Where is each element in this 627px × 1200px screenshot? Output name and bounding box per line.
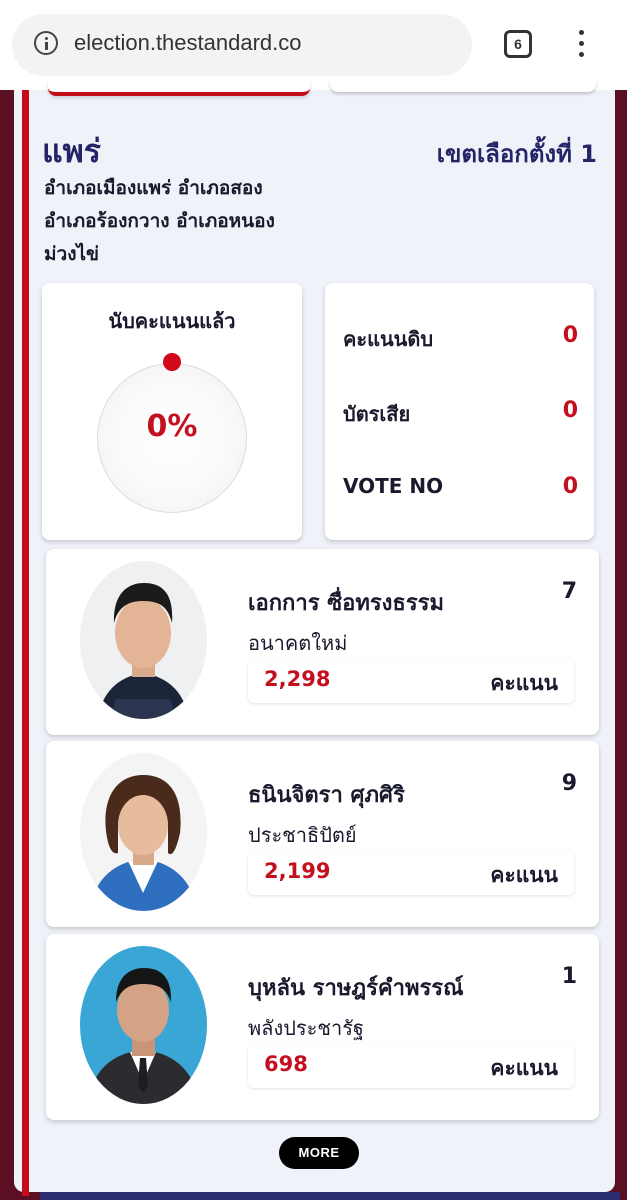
candidate-party: อนาคตใหม่	[248, 631, 348, 655]
progress-percent: 0%	[146, 409, 198, 444]
more-button[interactable]: MORE	[279, 1137, 359, 1169]
stat-value: 0	[562, 398, 578, 423]
candidate-number: 9	[561, 771, 577, 796]
candidate-name: เอกการ ซื่อทรงธรรม	[248, 591, 444, 616]
bottom-strip	[40, 1192, 620, 1200]
candidate-party: ประชาธิปัตย์	[248, 823, 357, 847]
score-unit: คะแนน	[490, 863, 558, 887]
info-icon[interactable]	[34, 31, 58, 55]
stat-row-raw-votes: คะแนนดิบ 0	[343, 323, 578, 353]
stat-value: 0	[562, 474, 578, 499]
stat-label: คะแนนดิบ	[343, 327, 434, 351]
previous-card-right	[330, 80, 596, 92]
district-title: เขตเลือกตั้งที่ 1	[436, 140, 597, 168]
stat-row-invalid-ballots: บัตรเสีย 0	[343, 398, 578, 428]
progress-indicator-dot	[163, 353, 181, 371]
candidate-score: 698	[264, 1052, 308, 1076]
candidate-score: 2,199	[264, 859, 331, 883]
candidate-name: ธนินจิตรา ศุภศิริ	[248, 783, 405, 808]
tab-switcher-button[interactable]: 6	[504, 30, 532, 58]
browser-toolbar: election.thestandard.co 6	[0, 0, 627, 90]
stat-label: VOTE NO	[343, 474, 444, 498]
amphoe-list: อำเภอเมืองแพร่ อำเภอสอง อำเภอร้องกวาง อำ…	[44, 172, 314, 271]
score-box: 2,199 คะแนน	[248, 851, 574, 895]
score-box: 698 คะแนน	[248, 1044, 574, 1088]
score-box: 2,298 คะแนน	[248, 659, 574, 703]
score-unit: คะแนน	[490, 671, 558, 695]
previous-card-left	[48, 80, 310, 96]
vote-stats-card: คะแนนดิบ 0 บัตรเสีย 0 VOTE NO 0	[325, 283, 594, 540]
candidate-photo	[80, 561, 207, 719]
url-text[interactable]: election.thestandard.co	[74, 30, 302, 56]
candidate-score: 2,298	[264, 667, 331, 691]
address-bar[interactable]: election.thestandard.co	[12, 14, 472, 76]
accent-line	[22, 90, 29, 1196]
candidate-party: พลังประชารัฐ	[248, 1016, 364, 1040]
count-label: นับคะแนนแล้ว	[108, 309, 236, 333]
amphoe-line: อำเภอร้องกวาง อำเภอหนอง	[44, 210, 275, 232]
candidate-number: 1	[561, 964, 577, 989]
count-progress-card: นับคะแนนแล้ว 0%	[42, 283, 302, 540]
overflow-menu-icon[interactable]	[574, 30, 588, 60]
stat-value: 0	[562, 323, 578, 348]
candidate-name: บุหลัน ราษฎร์คำพรรณ์	[248, 976, 464, 1001]
stat-row-vote-no: VOTE NO 0	[343, 474, 578, 504]
score-unit: คะแนน	[490, 1056, 558, 1080]
amphoe-line: ม่วงไข่	[44, 243, 100, 265]
candidate-card[interactable]: ธนินจิตรา ศุภศิริ ประชาธิปัตย์ 9 2,199 ค…	[46, 741, 599, 927]
amphoe-line: อำเภอเมืองแพร่ อำเภอสอง	[44, 177, 263, 199]
candidate-card[interactable]: เอกการ ซื่อทรงธรรม อนาคตใหม่ 7 2,298 คะแ…	[46, 549, 599, 735]
candidate-photo	[80, 753, 207, 911]
stat-label: บัตรเสีย	[343, 402, 411, 426]
candidate-photo	[80, 946, 207, 1104]
candidate-number: 7	[561, 579, 577, 604]
province-title: แพร่	[42, 132, 101, 170]
candidate-card[interactable]: บุหลัน ราษฎร์คำพรรณ์ พลังประชารัฐ 1 698 …	[46, 934, 599, 1120]
